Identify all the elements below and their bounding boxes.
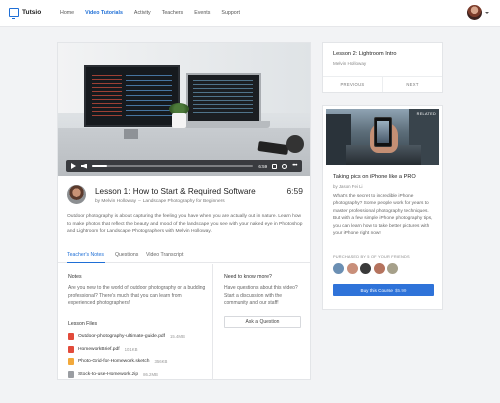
lesson-author[interactable]: Melvin Holloway (101, 199, 136, 204)
video-plant-pot (172, 113, 186, 128)
file-name[interactable]: HomeworkBrief.pdf (78, 347, 120, 352)
monitor-logo-icon (9, 8, 19, 19)
video-controls: 6:59 ••• (66, 160, 302, 172)
buy-course-button[interactable]: Buy this Course $5.99 (333, 284, 434, 296)
video-laptop-code (193, 80, 253, 116)
notes-text: Are you new to the world of outdoor phot… (68, 285, 206, 306)
file-name[interactable]: Stock-to-use-Homework.zip (78, 372, 138, 377)
related-course-card: RELATED Taking pics on iPhone like a PRO… (322, 105, 443, 310)
help-text: Have questions about this video? Start a… (224, 285, 298, 306)
nav-link-home[interactable]: Home (60, 10, 74, 16)
video-time: 6:59 (258, 163, 268, 169)
tab-questions[interactable]: Questions (115, 252, 138, 258)
notes-section: Notes Are you new to the world of outdoo… (68, 274, 211, 382)
file-name[interactable]: Outdoor-photography-ultimate-guide.pdf (78, 334, 165, 339)
nav-link-events[interactable]: Events (194, 10, 210, 16)
video-monitor-stand (124, 129, 138, 139)
video-player[interactable]: 6:59 ••• (58, 43, 310, 176)
nav-link-video-tutorials[interactable]: Video Tutorials (85, 10, 123, 16)
file-size: 15.4MB (170, 334, 185, 339)
friend-avatar[interactable] (373, 263, 385, 274)
help-heading: Need to know more? (224, 274, 272, 280)
sketch-file-icon (68, 358, 74, 365)
next-button[interactable]: NEXT (383, 77, 442, 92)
nav-link-activity[interactable]: Activity (134, 10, 151, 16)
pdf-file-icon (68, 345, 74, 353)
file-item[interactable]: Outdoor-photography-ultimate-guide.pdf 1… (68, 332, 211, 342)
video-laptop-base (178, 121, 270, 128)
lesson-tabs: Teacher's Notes Questions Video Transcri… (58, 247, 310, 263)
course-price: $5.99 (394, 287, 407, 293)
lesson-title: Lesson 1: How to Start & Required Softwa… (95, 187, 256, 196)
nav-link-teachers[interactable]: Teachers (162, 10, 184, 16)
lesson-files-heading: Lesson Files (68, 320, 98, 327)
file-size: 86.2MB (143, 371, 158, 377)
friend-avatar[interactable] (360, 263, 371, 274)
section-divider (212, 264, 213, 380)
lesson-meta: by Melvin Holloway – Landscape Photography… (95, 199, 225, 204)
next-lesson-title[interactable]: Lesson 2: Lightroom Intro (333, 51, 396, 57)
next-lesson-card: Lesson 2: Lightroom Intro Melvin Hollowa… (322, 42, 443, 93)
video-progress-fill (92, 165, 107, 167)
lesson-course[interactable]: Landscape Photography for Beginners (143, 199, 225, 204)
lesson-card: 6:59 ••• Lesson 1: How to Start & Requir… (57, 42, 311, 380)
friend-avatar[interactable] (346, 263, 358, 274)
promo-phone (374, 117, 392, 147)
file-size: 356KB (154, 359, 168, 364)
pdf-file-icon (68, 333, 74, 340)
nav-links: Home Video Tutorials Activity Teachers E… (60, 10, 240, 16)
file-item[interactable]: Photo-Grid-for-Homework.sketch 356KB (68, 357, 211, 367)
related-badge: RELATED (416, 112, 436, 116)
video-code-left (92, 75, 122, 119)
play-icon[interactable] (71, 163, 76, 169)
active-tab-indicator (67, 261, 105, 263)
file-name[interactable]: Photo-Grid-for-Homework.sketch (78, 359, 149, 364)
gear-icon[interactable] (282, 163, 288, 169)
more-icon[interactable]: ••• (292, 163, 297, 169)
chevron-down-icon[interactable] (485, 12, 489, 14)
lesson-pagination: PREVIOUS NEXT (323, 76, 442, 92)
friend-avatar[interactable] (387, 263, 398, 274)
notes-heading: Notes (68, 274, 82, 280)
buy-course-label: Buy this Course (360, 287, 393, 293)
tab-teachers-notes[interactable]: Teacher's Notes (67, 252, 104, 258)
captions-icon[interactable] (272, 163, 278, 169)
video-laptop (186, 73, 261, 121)
nav-link-support[interactable]: Support (221, 10, 240, 16)
file-item[interactable]: HomeworkBrief.pdf 101KB (68, 344, 211, 354)
related-course-image[interactable]: RELATED (326, 109, 439, 165)
lesson-description: Outdoor photography is about capturing t… (67, 214, 303, 235)
video-progress-bar[interactable] (92, 165, 254, 167)
next-lesson-author: Melvin Holloway (333, 61, 367, 66)
top-navbar: Tutsio Home Video Tutorials Activity Tea… (0, 0, 500, 27)
lesson-files-list: Outdoor-photography-ultimate-guide.pdf 1… (68, 332, 211, 380)
help-section: Need to know more? Have questions about … (224, 274, 304, 308)
video-monitor (84, 65, 180, 127)
friend-avatar[interactable] (333, 263, 344, 274)
previous-button[interactable]: PREVIOUS (323, 77, 383, 92)
zip-file-icon (68, 370, 74, 378)
user-avatar[interactable] (467, 5, 482, 20)
volume-icon[interactable] (81, 163, 87, 169)
friends-purchased-label: PURCHASED BY 5 OF YOUR FRIENDS (333, 254, 410, 259)
ask-question-button[interactable]: Ask a Question (224, 316, 301, 328)
related-course-author: by Jason Fei Li (333, 184, 363, 189)
file-item[interactable]: Stock-to-use-Homework.zip 86.2MB (68, 369, 211, 379)
tab-video-transcript[interactable]: Video Transcript (146, 252, 183, 258)
friends-avatars (333, 263, 398, 274)
file-size: 101KB (124, 346, 138, 352)
video-mug (286, 135, 304, 153)
related-course-description: What's the secret to incredible iPhone p… (333, 194, 433, 237)
brand-name: Tutsio (22, 9, 42, 16)
related-course-title[interactable]: Taking pics on iPhone like a PRO (333, 174, 416, 180)
author-avatar[interactable] (67, 185, 86, 204)
brand[interactable]: Tutsio (9, 8, 42, 19)
video-code-right (126, 75, 172, 119)
meta-separator: – (138, 199, 141, 204)
lesson-duration: 6:59 (286, 186, 303, 196)
